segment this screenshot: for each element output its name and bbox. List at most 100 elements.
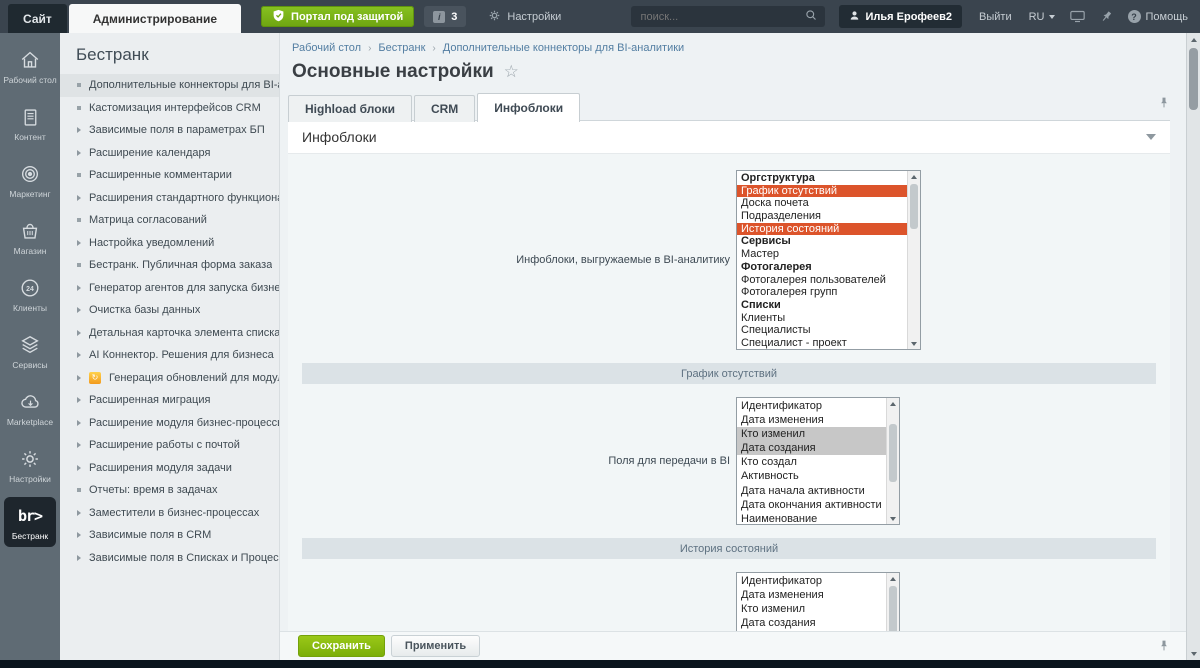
list-option[interactable]: Идентификатор [737,399,887,413]
list-option[interactable]: Доска почета [737,197,908,210]
menu-item[interactable]: Детальная карточка элемента списка [60,322,279,345]
list-option[interactable]: Специалисты [737,324,908,337]
sidebar-item-clients[interactable]: 24Клиенты [0,266,60,323]
list-option[interactable]: Специалист - проект [737,337,908,349]
menu-item[interactable]: Расширение модуля бизнес-процессы [60,412,279,435]
list-option[interactable]: Списки [737,299,908,312]
tab-administration[interactable]: Администрирование [69,4,241,33]
apply-button[interactable]: Применить [391,635,480,657]
list-option[interactable]: Дата начала активности [737,484,887,498]
language-selector[interactable]: RU [1029,11,1055,23]
menu-item[interactable]: Зависимые поля в параметрах БП [60,119,279,142]
menu-item[interactable]: AI Коннектор. Решения для бизнеса [60,344,279,367]
menu-item[interactable]: Расширенные комментарии [60,164,279,187]
iblock-multiselect[interactable]: ОргструктураГрафик отсутствийДоска почет… [736,170,921,350]
fields-multiselect[interactable]: ИдентификаторДата измененияКто изменилДа… [736,397,900,525]
list-option[interactable]: Дата окончания активности [737,498,887,512]
menu-item[interactable]: Дополнительные коннекторы для BI-аналити… [60,74,279,97]
save-button[interactable]: Сохранить [298,635,385,657]
list-option[interactable]: Дата создания [737,616,887,630]
breadcrumb-link[interactable]: Дополнительные коннекторы для BI-аналити… [443,42,684,54]
list-option[interactable]: Дата изменения [737,413,887,427]
list-option[interactable]: Клиенты [737,312,908,325]
tab-site[interactable]: Сайт [8,4,67,33]
collapse-arrow-icon[interactable] [1146,134,1156,140]
menu-item[interactable]: Очистка базы данных [60,299,279,322]
list-option[interactable]: Кто изменил [737,427,887,441]
listbox-scrollbar[interactable] [886,398,899,524]
list-option[interactable]: Сервисы [737,235,908,248]
menu-item[interactable]: Отчеты: время в задачах [60,479,279,502]
list-option[interactable]: Дата изменения [737,588,887,602]
menu-item[interactable]: Генератор агентов для запуска бизнес-про… [60,277,279,300]
list-option[interactable]: График отсутствий [737,185,908,198]
list-option[interactable]: Мастер [737,248,908,261]
list-option[interactable]: Фотогалерея групп [737,286,908,299]
listbox-scrollbar[interactable] [907,171,920,349]
list-option[interactable]: Фотогалерея [737,261,908,274]
sidebar-item-content[interactable]: Контент [0,95,60,152]
menu-item[interactable]: Кастомизация интерфейсов CRM [60,97,279,120]
user-menu-button[interactable]: Илья Ерофеев2 [839,5,963,28]
menu-item[interactable]: Расширенная миграция [60,389,279,412]
portal-protected-button[interactable]: Портал под защитой [261,6,414,27]
sidebar-item-home[interactable]: Рабочий стол [0,38,60,95]
sidebar-item-bestrank[interactable]: br>Бестранк [4,497,56,547]
list-option[interactable]: Активность [737,469,887,483]
menu-item[interactable]: Зависимые поля в CRM [60,524,279,547]
sidebar-item-marketplace[interactable]: Marketplace [0,380,60,437]
scroll-down-icon[interactable] [908,338,920,349]
sidebar-item-marketing[interactable]: Маркетинг [0,152,60,209]
listbox-scrollbar[interactable] [886,573,899,638]
sidebar-item-services[interactable]: Сервисы [0,323,60,380]
menu-item[interactable]: Настройка уведомлений [60,232,279,255]
scroll-thumb[interactable] [889,424,897,482]
list-option[interactable]: Кто создал [737,455,887,469]
favorite-star-icon[interactable]: ☆ [504,62,519,82]
breadcrumb-link[interactable]: Рабочий стол [292,42,361,54]
menu-item[interactable]: Расширения стандартного функционала поис… [60,187,279,210]
list-option[interactable]: Наименование [737,512,887,524]
display-icon[interactable] [1070,10,1085,23]
menu-item[interactable]: ↻Генерация обновлений для модулей [60,367,279,390]
list-option[interactable]: Кто изменил [737,602,887,616]
search-input[interactable] [639,10,805,24]
notifications-button[interactable]: i 3 [424,6,466,27]
pin-tabs-icon[interactable] [1158,96,1170,109]
list-option[interactable]: Дата создания [737,441,887,455]
list-option[interactable]: История состояний [737,223,908,236]
menu-item[interactable]: Зависимые поля в Списках и Процессах [60,547,279,570]
logout-button[interactable]: Выйти [979,11,1012,23]
scroll-up-icon[interactable] [1187,33,1200,46]
scroll-thumb[interactable] [1189,48,1198,110]
tab-highload-блоки[interactable]: Highload блоки [288,95,412,122]
sidebar-item-gear[interactable]: Настройки [0,437,60,494]
tab-crm[interactable]: CRM [414,95,475,122]
scroll-down-icon[interactable] [887,513,899,524]
pin-icon[interactable] [1097,7,1115,25]
fields-multiselect[interactable]: ИдентификаторДата измененияКто изменилДа… [736,572,900,638]
list-option[interactable]: Фотогалерея пользователей [737,274,908,287]
topbar-settings-button[interactable]: Настройки [488,9,561,25]
menu-item[interactable]: Расширения модуля задачи [60,457,279,480]
pin-footer-icon[interactable] [1158,639,1170,652]
list-option[interactable]: Подразделения [737,210,908,223]
scroll-up-icon[interactable] [887,398,899,409]
list-option[interactable]: Оргструктура [737,172,908,185]
help-button[interactable]: ? Помощь [1128,10,1189,23]
breadcrumb-link[interactable]: Бестранк [378,42,425,54]
sidebar-item-store[interactable]: Магазин [0,209,60,266]
list-option[interactable]: Идентификатор [737,574,887,588]
menu-item[interactable]: Бестранк. Публичная форма заказа [60,254,279,277]
scroll-thumb[interactable] [910,184,918,229]
menu-item[interactable]: Расширение работы с почтой [60,434,279,457]
page-scrollbar[interactable] [1186,33,1200,660]
search-icon[interactable] [805,8,817,26]
menu-item[interactable]: Матрица согласований [60,209,279,232]
tab-инфоблоки[interactable]: Инфоблоки [477,93,580,122]
menu-item[interactable]: Заместители в бизнес-процессах [60,502,279,525]
scroll-up-icon[interactable] [887,573,899,584]
scroll-up-icon[interactable] [908,171,920,182]
menu-item[interactable]: Расширение календаря [60,142,279,165]
scroll-down-icon[interactable] [1187,647,1200,660]
